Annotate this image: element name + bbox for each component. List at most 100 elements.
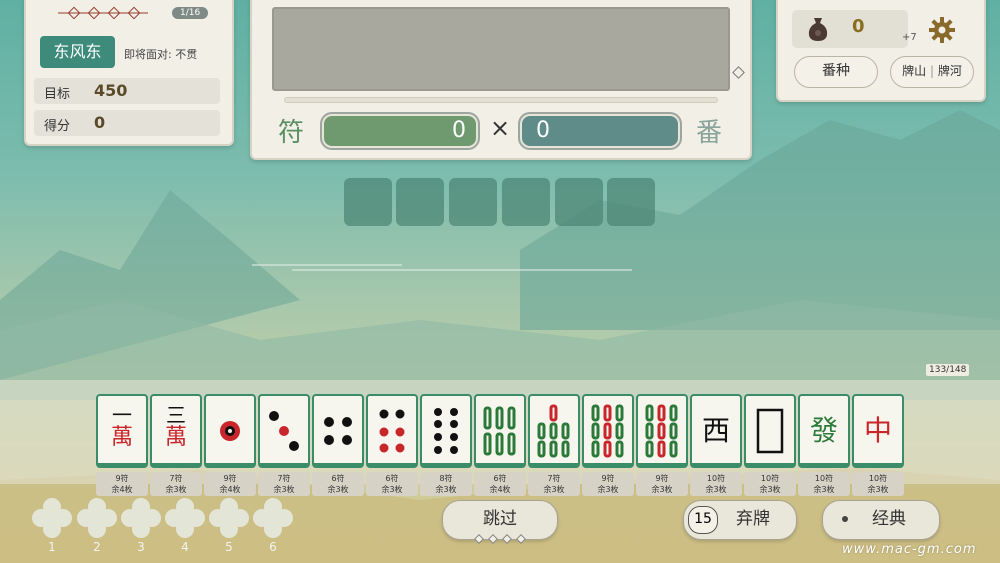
flower-slot-number: 3 bbox=[137, 540, 145, 554]
flower-slot-icon bbox=[77, 498, 117, 538]
score-row: 得分 0 bbox=[34, 110, 220, 136]
tile-7-sou[interactable] bbox=[528, 394, 580, 468]
tile-1-pin[interactable] bbox=[204, 394, 256, 468]
discard-label: 弃牌 bbox=[736, 509, 770, 529]
tile-info: 10符 余3枚 bbox=[690, 472, 742, 496]
ornament-decoration bbox=[58, 6, 148, 20]
tile-info: 9符 余3枚 bbox=[582, 472, 634, 496]
fu-label: 符 bbox=[278, 118, 305, 148]
tile-info: 9符 余3枚 bbox=[636, 472, 688, 496]
pin-4-icon bbox=[324, 417, 352, 445]
multiply-icon: × bbox=[490, 114, 511, 142]
flower-slot-icon bbox=[209, 498, 249, 538]
man-number: 三 bbox=[166, 403, 186, 427]
tile-info: 8符 余3枚 bbox=[420, 472, 472, 496]
tile-6-pin[interactable] bbox=[366, 394, 418, 468]
classic-mode-button[interactable]: 经典 bbox=[822, 500, 940, 540]
flower-slot-number: 1 bbox=[48, 540, 56, 554]
discard-count: 15 bbox=[688, 506, 718, 534]
tile-4-pin[interactable] bbox=[312, 394, 364, 468]
man-char: 萬 bbox=[164, 425, 187, 450]
tile-3-man[interactable]: 三 萬 bbox=[150, 394, 202, 468]
tile-info: 10符 余3枚 bbox=[798, 472, 850, 496]
flower-slot-icon bbox=[253, 498, 293, 538]
sou-7-icon bbox=[537, 404, 570, 458]
round-progress-badge: 1/16 bbox=[172, 7, 209, 19]
flower-slot-icon bbox=[32, 498, 72, 538]
score-value: 0 bbox=[94, 113, 106, 132]
flower-slot-number: 5 bbox=[225, 540, 233, 554]
tile-3-pin[interactable] bbox=[258, 394, 310, 468]
target-label: 目标 bbox=[44, 87, 71, 102]
pin-1-icon bbox=[220, 421, 240, 441]
coin-bonus: +7 bbox=[902, 32, 917, 43]
cloud-decoration bbox=[252, 264, 632, 271]
meld-slot bbox=[396, 178, 444, 226]
mode-label: 经典 bbox=[872, 509, 906, 529]
tile-9-sou[interactable] bbox=[636, 394, 688, 468]
scoring-progress-bar bbox=[284, 97, 718, 103]
pile-button[interactable]: 牌山 | 牌河 bbox=[890, 56, 974, 88]
resources-panel: 0 +7 番种 牌山 | 牌河 bbox=[776, 0, 986, 102]
target-value: 450 bbox=[94, 81, 128, 100]
pin-6-icon bbox=[379, 409, 405, 453]
tile-6-sou[interactable] bbox=[474, 394, 526, 468]
white-dragon-icon bbox=[756, 408, 784, 454]
meld-slot bbox=[555, 178, 603, 226]
tile-info: 6符 余3枚 bbox=[312, 472, 364, 496]
tile-face: 三 萬 bbox=[156, 404, 196, 458]
tile-face: 西 bbox=[701, 414, 730, 447]
tile-info: 7符 余3枚 bbox=[528, 472, 580, 496]
meld-slot bbox=[449, 178, 497, 226]
man-number: 一 bbox=[112, 403, 132, 427]
tile-info: 7符 余3枚 bbox=[258, 472, 310, 496]
meld-slot bbox=[502, 178, 550, 226]
fu-value: 0 bbox=[322, 114, 478, 148]
tile-face: 發 bbox=[809, 414, 838, 447]
fan-value: 0 bbox=[520, 114, 680, 148]
tile-8-pin[interactable] bbox=[420, 394, 472, 468]
scoring-panel: 符 0 × 0 番 bbox=[250, 0, 752, 160]
flower-slot-number: 6 bbox=[269, 540, 277, 554]
coin-display: 0 +7 bbox=[792, 10, 917, 48]
fan-label: 番 bbox=[696, 118, 723, 148]
pile-divider: | bbox=[929, 64, 935, 78]
pile-label-river: 牌河 bbox=[937, 64, 962, 78]
diamond-marker-icon bbox=[732, 66, 745, 79]
gear-icon[interactable] bbox=[928, 16, 956, 44]
meld-slot bbox=[344, 178, 392, 226]
tile-info: 6符 余3枚 bbox=[366, 472, 418, 496]
tile-info: 10符 余3枚 bbox=[852, 472, 904, 496]
score-label: 得分 bbox=[44, 119, 71, 134]
pile-label-wall: 牌山 bbox=[902, 64, 927, 78]
target-row: 目标 450 bbox=[34, 78, 220, 104]
flower-slot-icon bbox=[165, 498, 205, 538]
hand-display-box bbox=[272, 7, 730, 91]
tile-green-dragon[interactable]: 發 bbox=[798, 394, 850, 468]
flower-slot-number: 4 bbox=[181, 540, 189, 554]
man-char: 萬 bbox=[110, 425, 133, 450]
wind-badge: 东风东 bbox=[40, 36, 115, 68]
fanzhong-button[interactable]: 番种 bbox=[794, 56, 878, 88]
mode-dot-icon bbox=[842, 516, 848, 522]
money-bag-icon bbox=[808, 18, 828, 41]
sou-9-icon bbox=[645, 404, 678, 458]
meld-slot bbox=[607, 178, 655, 226]
coin-value: 0 bbox=[852, 16, 865, 37]
tile-info: 7符 余3枚 bbox=[150, 472, 202, 496]
tile-info: 6符 余4枚 bbox=[474, 472, 526, 496]
pin-8-icon bbox=[434, 408, 458, 454]
tile-1-man[interactable]: 一 萬 bbox=[96, 394, 148, 468]
round-info-panel: 1/16 东风东 即将面对: 不贯 目标 450 得分 0 bbox=[24, 0, 234, 146]
sou-9-icon bbox=[591, 404, 624, 458]
tile-west-wind[interactable]: 西 bbox=[690, 394, 742, 468]
tile-red-dragon[interactable]: 中 bbox=[852, 394, 904, 468]
facing-text: 即将面对: 不贯 bbox=[124, 48, 198, 61]
wall-count: 133/148 bbox=[926, 364, 970, 376]
flower-slot-icon bbox=[121, 498, 161, 538]
flower-slot-number: 2 bbox=[93, 540, 101, 554]
watermark: www.mac-gm.com bbox=[842, 542, 977, 557]
tile-white-dragon[interactable] bbox=[744, 394, 796, 468]
tile-9-sou[interactable] bbox=[582, 394, 634, 468]
tile-info: 9符 余4枚 bbox=[96, 472, 148, 496]
